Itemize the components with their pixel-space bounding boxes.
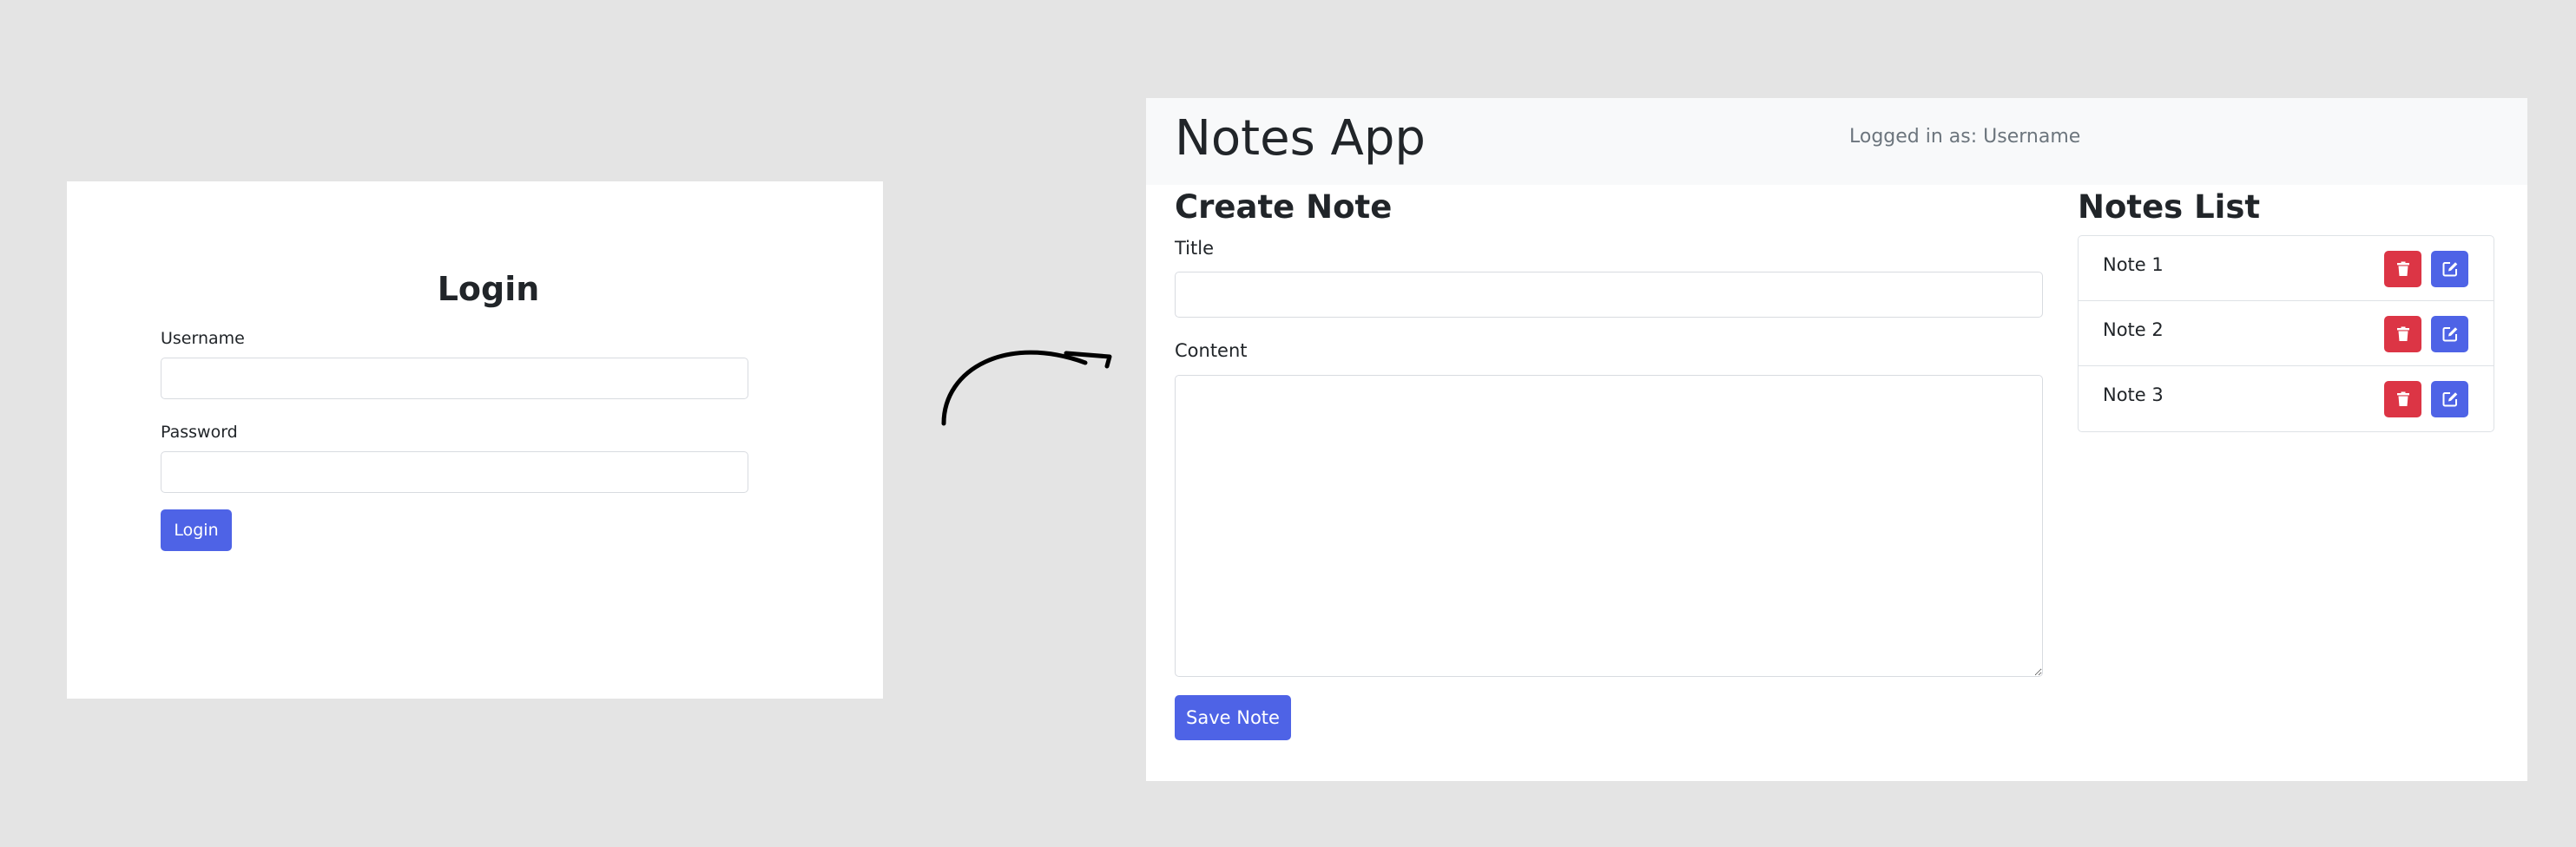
- trash-icon: [2396, 391, 2409, 406]
- edit-icon: [2442, 327, 2457, 342]
- note-list-item[interactable]: Note 3: [2079, 366, 2494, 431]
- note-name: Note 3: [2103, 384, 2164, 405]
- notes-list: Note 1 Note 2 Note 3: [2078, 235, 2494, 432]
- notes-list-heading: Notes List: [2078, 188, 2261, 226]
- save-note-button[interactable]: Save Note: [1175, 695, 1291, 740]
- username-input[interactable]: [161, 358, 748, 399]
- app-title: Notes App: [1175, 110, 1426, 167]
- note-list-item[interactable]: Note 1: [2079, 236, 2494, 301]
- edit-note-button[interactable]: [2431, 381, 2468, 417]
- note-content-textarea[interactable]: [1175, 375, 2043, 677]
- content-label: Content: [1175, 340, 1248, 361]
- delete-note-button[interactable]: [2384, 316, 2421, 352]
- delete-note-button[interactable]: [2384, 251, 2421, 287]
- delete-note-button[interactable]: [2384, 381, 2421, 417]
- trash-icon: [2396, 261, 2409, 276]
- note-list-item[interactable]: Note 2: [2079, 301, 2494, 366]
- login-button[interactable]: Login: [161, 509, 232, 551]
- login-title: Login: [437, 270, 540, 308]
- password-label: Password: [161, 423, 238, 442]
- username-label: Username: [161, 329, 245, 348]
- app-header: Notes App Logged in as: Username: [1146, 98, 2527, 185]
- title-label: Title: [1175, 238, 1215, 259]
- transition-arrow-icon: [941, 350, 1112, 426]
- edit-icon: [2442, 262, 2457, 277]
- create-note-heading: Create Note: [1175, 188, 1393, 226]
- note-title-input[interactable]: [1175, 272, 2043, 318]
- password-input[interactable]: [161, 451, 748, 493]
- login-panel: Login Username Password Login: [67, 181, 883, 699]
- edit-icon: [2442, 392, 2457, 407]
- notes-app-panel: Notes App Logged in as: Username Create …: [1146, 98, 2527, 781]
- edit-note-button[interactable]: [2431, 316, 2468, 352]
- note-name: Note 1: [2103, 254, 2164, 275]
- note-name: Note 2: [2103, 319, 2164, 340]
- logged-in-status: Logged in as: Username: [1849, 126, 2081, 148]
- edit-note-button[interactable]: [2431, 251, 2468, 287]
- trash-icon: [2396, 326, 2409, 341]
